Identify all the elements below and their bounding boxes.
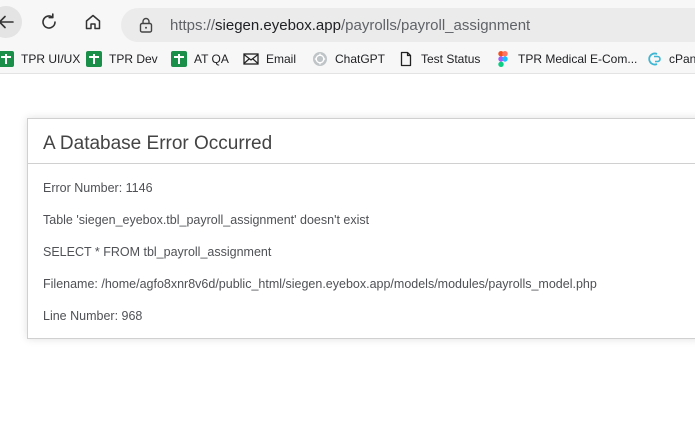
bookmark-tpr-ui-ux[interactable]: TPR UI/UX — [0, 50, 80, 68]
bookmark-chatgpt[interactable]: ChatGPT — [312, 50, 385, 68]
green-plus-icon — [0, 51, 14, 67]
bookmark-label: TPR Medical E-Com... — [518, 52, 638, 66]
bookmarks-bar: TPR UI/UX TPR Dev AT QA Email ChatGPT Te… — [0, 44, 695, 74]
url-host: siegen.eyebox.app — [215, 17, 341, 34]
error-title: A Database Error Occurred — [43, 133, 273, 154]
bookmark-label: TPR UI/UX — [21, 52, 81, 66]
error-number: Error Number: 1146 — [43, 181, 153, 195]
bookmark-label: AT QA — [194, 52, 229, 66]
url-text[interactable]: https://siegen.eyebox.app/payrolls/payro… — [170, 17, 530, 34]
back-arrow-icon — [0, 15, 14, 29]
envelope-icon — [243, 51, 259, 67]
bookmark-label: Email — [266, 52, 297, 66]
lock-icon[interactable] — [139, 17, 153, 33]
error-filename: Filename: /home/agfo8xnr8v6d/public_html… — [43, 277, 597, 291]
bookmark-label: cPan — [669, 52, 695, 66]
bookmark-at-qa[interactable]: AT QA — [171, 50, 229, 68]
reload-button[interactable] — [33, 6, 65, 38]
browser-toolbar: https://siegen.eyebox.app/payrolls/payro… — [0, 0, 695, 44]
url-prefix: https:// — [170, 17, 216, 34]
error-query: SELECT * FROM tbl_payroll_assignment — [43, 245, 272, 259]
url-path: /payrolls/payroll_assignment — [340, 17, 531, 34]
bookmark-tpr-medical[interactable]: TPR Medical E-Com... — [495, 50, 637, 68]
bookmark-email[interactable]: Email — [243, 50, 296, 68]
figma-icon — [495, 51, 511, 67]
address-bar[interactable]: https://siegen.eyebox.app/payrolls/payro… — [121, 8, 695, 42]
bookmark-tpr-dev[interactable]: TPR Dev — [86, 50, 158, 68]
back-button[interactable] — [0, 6, 22, 38]
bookmark-test-status[interactable]: Test Status — [398, 50, 480, 68]
database-error-panel: A Database Error Occurred Error Number: … — [27, 118, 695, 339]
home-button[interactable] — [77, 6, 109, 38]
bookmark-label: ChatGPT — [335, 52, 386, 66]
bookmark-label: TPR Dev — [109, 52, 158, 66]
bookmark-cpanel[interactable]: cPan — [646, 50, 695, 68]
error-message: Table 'siegen_eyebox.tbl_payroll_assignm… — [43, 213, 370, 227]
chatgpt-icon — [312, 51, 328, 67]
reload-icon — [42, 13, 56, 29]
home-icon — [85, 14, 101, 30]
divider — [28, 163, 695, 164]
error-line-number: Line Number: 968 — [43, 309, 143, 323]
green-plus-icon — [86, 51, 102, 67]
green-plus-icon — [171, 51, 187, 67]
bookmark-label: Test Status — [421, 52, 481, 66]
document-icon — [398, 51, 414, 67]
cpanel-icon — [646, 51, 662, 67]
